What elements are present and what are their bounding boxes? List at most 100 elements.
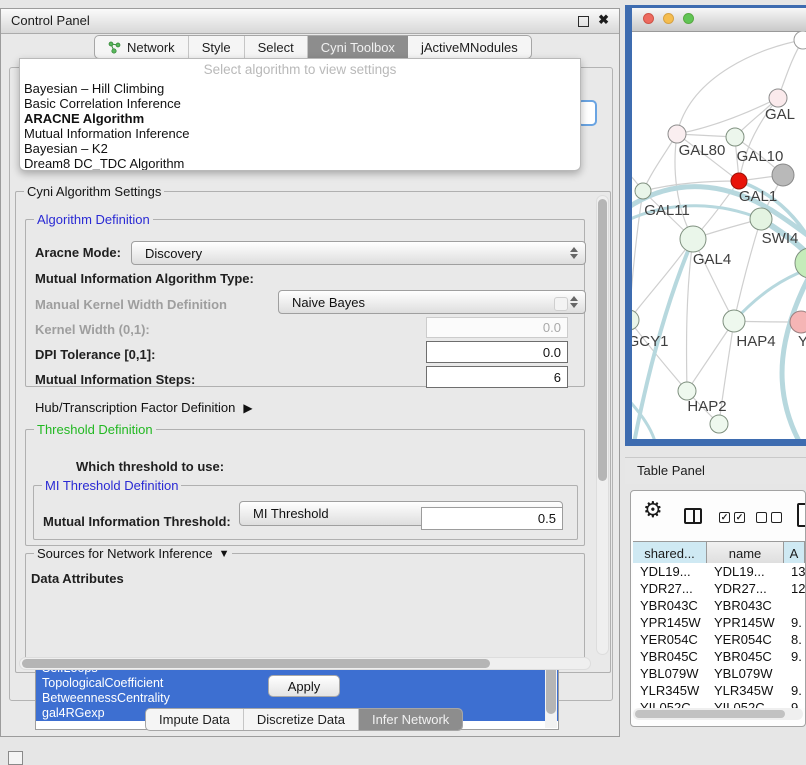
algorithm-option[interactable]: ARACNE Algorithm <box>20 111 580 126</box>
aracne-mode-value: Discovery <box>145 246 202 261</box>
network-edge[interactable] <box>632 239 693 320</box>
control-panel-titlebar: Control Panel ✖ <box>1 9 619 34</box>
zoom-traffic-light-icon[interactable] <box>683 13 694 24</box>
attributes-list-scrollbar[interactable] <box>545 662 557 728</box>
table-cell: YLR345W <box>633 682 707 699</box>
network-node[interactable] <box>750 208 772 230</box>
table-row[interactable]: YBR043CYBR043C <box>633 597 805 614</box>
table-cell: YBR043C <box>633 597 707 614</box>
tab-style[interactable]: Style <box>189 36 245 58</box>
column-layout-icon[interactable] <box>684 508 702 524</box>
mi-type-value: Naive Bayes <box>292 295 365 310</box>
dpi-tolerance-field[interactable]: 0.0 <box>426 341 568 363</box>
minimize-traffic-light-icon[interactable] <box>663 13 674 24</box>
table-row[interactable]: YBR045CYBR045C9. <box>633 648 805 665</box>
network-edge[interactable] <box>677 98 778 134</box>
network-node-label: GAL11 <box>644 202 690 219</box>
network-node[interactable] <box>680 226 706 252</box>
cyni-bottom-tab-bar: Impute DataDiscretize DataInfer Network <box>145 708 463 731</box>
desktop: { "icons": { "gear": "⚙", "expand_right"… <box>0 0 806 762</box>
table-horizontal-scrollbar[interactable] <box>633 708 803 720</box>
mi-steps-label: Mutual Information Steps: <box>35 372 195 387</box>
column-header-1[interactable]: shared... <box>633 542 707 564</box>
bottom-tab-infer-network[interactable]: Infer Network <box>359 709 462 730</box>
hub-definition-label: Hub/Transcription Factor Definition <box>35 400 235 415</box>
algorithm-option[interactable]: Dream8 DC_TDC Algorithm <box>20 156 580 171</box>
table-cell: YBR043C <box>707 597 784 614</box>
tab-network[interactable]: Network <box>95 36 189 58</box>
network-node[interactable] <box>731 173 747 189</box>
float-window-icon[interactable] <box>578 16 589 27</box>
column-header-2[interactable]: name <box>707 542 784 564</box>
network-node[interactable] <box>769 89 787 107</box>
algorithm-option[interactable]: Bayesian – K2 <box>20 141 580 156</box>
table-row[interactable]: YLR345WYLR345W9. <box>633 682 805 699</box>
table-cell: YBL079W <box>707 665 784 682</box>
threshold-definition-title: Threshold Definition <box>34 422 156 437</box>
gear-icon[interactable]: ⚙ <box>643 497 663 523</box>
table-cell: YBR045C <box>707 648 784 665</box>
algorithm-option[interactable]: Bayesian – Hill Climbing <box>20 81 580 96</box>
network-node-label: SWI4 <box>762 230 799 247</box>
close-icon[interactable]: ✖ <box>598 12 609 28</box>
network-edge[interactable] <box>643 134 677 191</box>
bottom-tab-discretize-data[interactable]: Discretize Data <box>244 709 359 730</box>
tab-jactivemnodules[interactable]: jActiveMNodules <box>408 36 531 58</box>
settings-horizontal-scrollbar[interactable] <box>19 657 591 670</box>
table-cell: YER054C <box>707 631 784 648</box>
table-cell: 9. <box>784 682 805 699</box>
export-table-icon[interactable] <box>797 503 806 527</box>
network-node[interactable] <box>772 164 794 186</box>
table-row[interactable]: YBL079WYBL079W <box>633 665 805 682</box>
hub-definition-toggle[interactable]: Hub/Transcription Factor Definition ▶ <box>35 400 253 415</box>
close-traffic-light-icon[interactable] <box>643 13 654 24</box>
mi-type-label: Mutual Information Algorithm Type: <box>35 271 254 286</box>
mi-threshold-group-title: MI Threshold Definition <box>42 478 181 493</box>
network-node[interactable] <box>723 310 745 332</box>
network-canvas[interactable]: GALGAL80GAL10GAL1GAL11SWI4GAL4GCY1HAP4YH… <box>632 31 806 439</box>
table-row[interactable]: YDL19...YDL19...13 <box>633 563 805 580</box>
network-node[interactable] <box>635 183 651 199</box>
dpi-tolerance-label: DPI Tolerance [0,1]: <box>35 347 155 362</box>
manual-kernel-checkbox[interactable] <box>554 297 568 311</box>
collapsed-panel-icon[interactable] <box>8 751 23 765</box>
table-row[interactable]: YPR145WYPR145W9. <box>633 614 805 631</box>
table-cell <box>784 665 805 682</box>
sources-title: Sources for Network Inference <box>37 546 213 561</box>
mi-threshold-field[interactable]: 0.5 <box>421 507 563 530</box>
network-edge[interactable] <box>632 191 643 320</box>
mi-steps-field[interactable]: 6 <box>426 366 568 388</box>
algorithm-option[interactable]: Basic Correlation Inference <box>20 96 580 111</box>
network-node[interactable] <box>710 415 728 433</box>
apply-button[interactable]: Apply <box>268 675 340 697</box>
unchecked-box-icon <box>771 512 782 523</box>
mi-type-select[interactable]: Naive Bayes <box>278 290 586 314</box>
tab-label: Network <box>127 40 175 55</box>
network-edge-highlighted[interactable] <box>782 271 806 439</box>
table-row[interactable]: YIL052CYIL052C9. <box>633 699 805 708</box>
select-all-columns-icon[interactable]: ✓ ✓ <box>719 512 745 523</box>
aracne-mode-select[interactable]: Discovery <box>131 241 586 265</box>
table-row[interactable]: YER054CYER054C8. <box>633 631 805 648</box>
table-panel-titlebar: Table Panel <box>625 457 806 484</box>
settings-vertical-scrollbar[interactable] <box>596 195 609 655</box>
checked-box-icon: ✓ <box>719 512 730 523</box>
manual-kernel-label: Manual Kernel Width Definition <box>35 297 227 312</box>
network-node[interactable] <box>668 125 686 143</box>
algorithm-option[interactable]: Mutual Information Inference <box>20 126 580 141</box>
tab-select[interactable]: Select <box>245 36 308 58</box>
network-node-label: HAP4 <box>736 333 775 350</box>
network-edge[interactable] <box>687 321 734 391</box>
stepper-arrows-icon <box>570 296 578 308</box>
network-node[interactable] <box>726 128 744 146</box>
tab-cyni-toolbox[interactable]: Cyni Toolbox <box>308 36 408 58</box>
bottom-tab-impute-data[interactable]: Impute Data <box>146 709 244 730</box>
column-header-3[interactable]: A <box>784 542 805 564</box>
table-row[interactable]: YDR27...YDR27...12 <box>633 580 805 597</box>
network-node[interactable] <box>632 310 639 330</box>
network-node[interactable] <box>794 31 806 49</box>
kernel-width-field[interactable]: 0.0 <box>426 317 568 338</box>
sources-title-row[interactable]: Sources for Network Inference ▼ <box>34 546 232 561</box>
network-node-label: GAL <box>765 106 795 123</box>
deselect-all-columns-icon[interactable] <box>756 512 782 523</box>
